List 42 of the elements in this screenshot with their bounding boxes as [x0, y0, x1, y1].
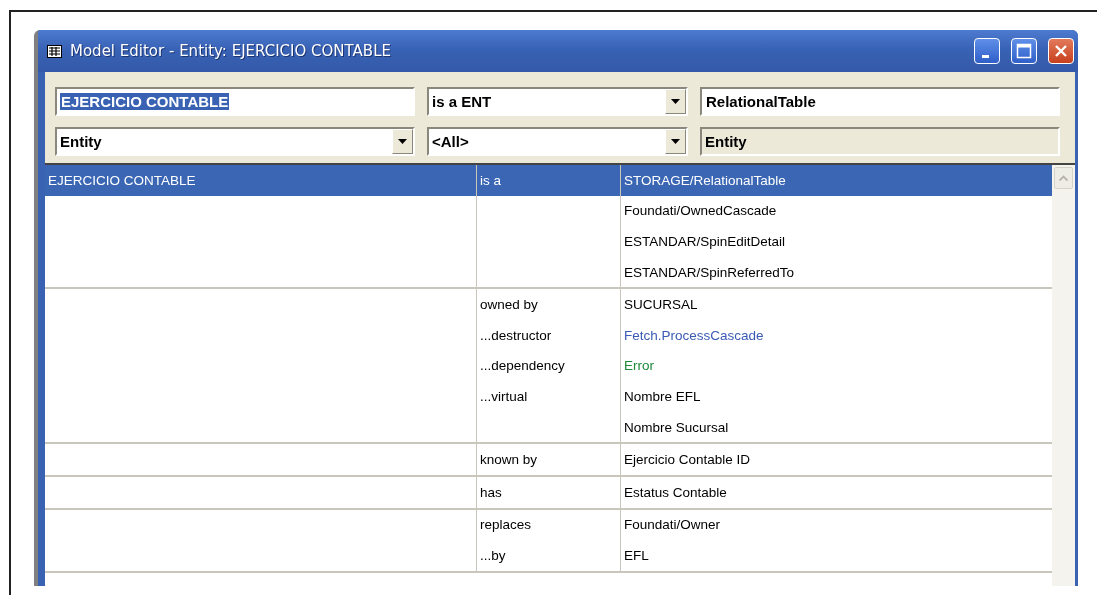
value-text: Foundati/OwnedCascade [624, 203, 777, 219]
maximize-button[interactable] [1011, 38, 1037, 64]
relation-label: ...virtual [480, 388, 528, 404]
relation-label: ...dependency [480, 358, 565, 374]
relation-label: ...destructor [480, 327, 552, 343]
value-text: SUCURSAL [624, 297, 698, 313]
window-title: Model Editor - Entity: EJERCICIO CONTABLE [70, 42, 392, 60]
value-text: ESTANDAR/SpinReferredTo [624, 264, 795, 280]
value-text: STORAGE/RelationalTable [624, 172, 786, 188]
error-value: Error [624, 358, 654, 374]
maximize-icon [1016, 43, 1032, 59]
value-text: Nombre EFL [624, 388, 701, 404]
relation-label: replaces [480, 517, 532, 533]
text-field[interactable]: RelationalTable [700, 87, 1060, 116]
scrollbar[interactable] [1052, 165, 1075, 586]
selected-row[interactable]: EJERCICIO CONTABLE is a STORAGE/RelationalTable [45, 165, 1052, 196]
close-button[interactable] [1048, 38, 1074, 64]
link-value[interactable]: Fetch.ProcessCascade [624, 327, 764, 343]
dropdown[interactable]: is a ENT [427, 87, 688, 116]
value-text: Foundati/Owner [624, 517, 721, 533]
text-field[interactable]: EJERCICIO CONTABLE [55, 87, 415, 116]
value-text: Nombre Sucursal [624, 419, 729, 435]
relation-label: known by [480, 452, 538, 468]
dropdown-arrow-icon [671, 99, 680, 104]
entity-name: EJERCICIO CONTABLE [48, 172, 196, 188]
value-text: Estatus Contable [624, 484, 727, 500]
value-text: EFL [624, 547, 649, 563]
relation-label: is a [480, 172, 501, 188]
relation-label: owned by [480, 297, 538, 313]
dropdown-arrow-icon [398, 139, 407, 144]
type-label: Entity [700, 127, 1060, 156]
dropdown[interactable]: <All> [427, 127, 688, 156]
value-text: ESTANDAR/SpinEditDetail [624, 234, 786, 249]
minimize-button[interactable] [974, 38, 1000, 64]
table-icon [47, 44, 62, 58]
value-text: Ejercicio Contable ID [624, 452, 751, 468]
close-icon [1054, 44, 1068, 58]
dropdown[interactable]: Entity [55, 127, 415, 156]
relation-label: has [480, 484, 502, 500]
dropdown-arrow-icon [671, 139, 680, 144]
relation-label: ...by [480, 547, 506, 563]
minimize-icon [982, 54, 989, 58]
